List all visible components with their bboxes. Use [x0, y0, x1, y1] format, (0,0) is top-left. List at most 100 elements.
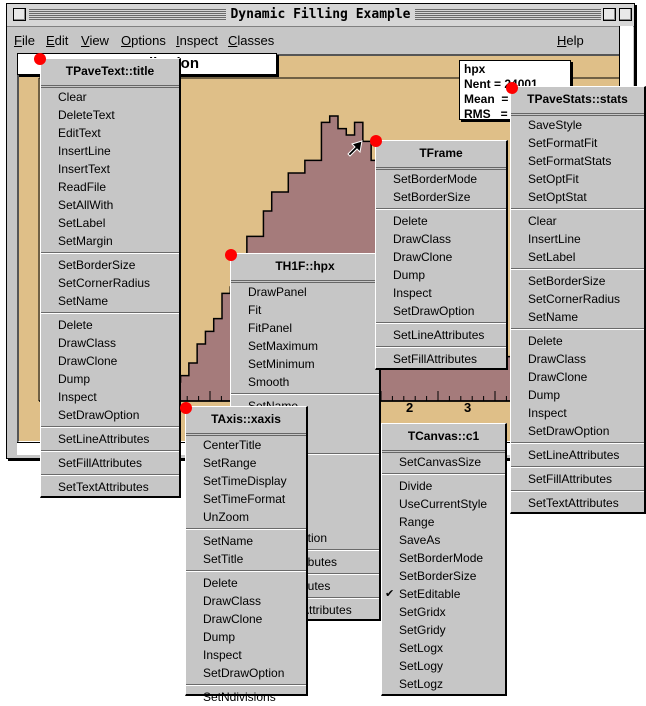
menu-item-inspect[interactable]: Inspect — [41, 388, 179, 406]
menu-item-setlogy[interactable]: SetLogy — [382, 657, 505, 675]
menu-classes[interactable]: Classes — [228, 33, 274, 48]
menu-item-dump[interactable]: Dump — [41, 370, 179, 388]
menu-item-delete[interactable]: Delete — [41, 316, 179, 334]
menu-item-setallwith[interactable]: SetAllWith — [41, 196, 179, 214]
title-bar[interactable]: Dynamic Filling Example — [7, 4, 634, 27]
menu-item-inserttext[interactable]: InsertText — [41, 160, 179, 178]
menu-item-readfile[interactable]: ReadFile — [41, 178, 179, 196]
menu-item-setformatfit[interactable]: SetFormatFit — [511, 134, 644, 152]
menu-item-setgridy[interactable]: SetGridy — [382, 621, 505, 639]
zoom-box-icon[interactable] — [603, 8, 616, 21]
menu-item-setbordersize[interactable]: SetBorderSize — [376, 188, 506, 206]
menu-options[interactable]: Options — [121, 33, 166, 48]
menu-item-dump[interactable]: Dump — [511, 386, 644, 404]
menu-file[interactable]: File — [14, 33, 35, 48]
menu-item-setminimum[interactable]: SetMinimum — [231, 355, 379, 373]
menu-item-setdrawoption[interactable]: SetDrawOption — [511, 422, 644, 440]
menu-item-setdrawoption[interactable]: SetDrawOption — [41, 406, 179, 424]
collapse-box-icon[interactable] — [619, 8, 632, 21]
menu-item-label: Attributes — [301, 603, 352, 617]
menu-item-insertline[interactable]: InsertLine — [511, 230, 644, 248]
menu-item-delete[interactable]: Delete — [511, 332, 644, 350]
menu-item-setlineattributes[interactable]: SetLineAttributes — [376, 326, 506, 344]
menu-help[interactable]: Help — [557, 33, 584, 48]
menu-item-setlogx[interactable]: SetLogx — [382, 639, 505, 657]
menu-item-insertline[interactable]: InsertLine — [41, 142, 179, 160]
menu-item-inspect[interactable]: Inspect — [511, 404, 644, 422]
menu-item-setbordersize[interactable]: SetBorderSize — [382, 567, 505, 585]
menu-item-savestyle[interactable]: SaveStyle — [511, 116, 644, 134]
menu-item-clear[interactable]: Clear — [511, 212, 644, 230]
menu-item-setlineattributes[interactable]: SetLineAttributes — [41, 430, 179, 448]
menu-item-seteditable[interactable]: ✔ SetEditable — [382, 585, 505, 603]
menu-view[interactable]: View — [81, 33, 109, 48]
menu-item-drawclone[interactable]: DrawClone — [186, 610, 306, 628]
menu-item-edittext[interactable]: EditText — [41, 124, 179, 142]
menu-item-setdrawoption[interactable]: SetDrawOption — [186, 664, 306, 682]
marker-tframe — [370, 135, 382, 147]
menu-item-range[interactable]: Range — [382, 513, 505, 531]
menu-item-setbordersize[interactable]: SetBorderSize — [511, 272, 644, 290]
menu-item-deletetext[interactable]: DeleteText — [41, 106, 179, 124]
menu-separator — [511, 268, 644, 270]
menu-item-delete[interactable]: Delete — [186, 574, 306, 592]
menu-item-setlabel[interactable]: SetLabel — [511, 248, 644, 266]
menu-item-drawclone[interactable]: DrawClone — [41, 352, 179, 370]
menu-item-setdrawoption[interactable]: SetDrawOption — [376, 302, 506, 320]
menu-item-dump[interactable]: Dump — [186, 628, 306, 646]
menu-item-setfillattributes[interactable]: SetFillAttributes — [41, 454, 179, 472]
menu-item-setlogz[interactable]: SetLogz — [382, 675, 505, 693]
menu-item-setbordersize[interactable]: SetBorderSize — [41, 256, 179, 274]
menu-item-label: Delete — [528, 334, 563, 348]
menu-item-smooth[interactable]: Smooth — [231, 373, 379, 391]
menu-item-drawclass[interactable]: DrawClass — [511, 350, 644, 368]
menu-item-fitpanel[interactable]: FitPanel — [231, 319, 379, 337]
menu-item-setndivisions[interactable]: SetNdivisions — [186, 688, 306, 706]
menu-item-inspect[interactable]: Inspect — [186, 646, 306, 664]
menu-item-saveas[interactable]: SaveAs — [382, 531, 505, 549]
menu-item-setlabel[interactable]: SetLabel — [41, 214, 179, 232]
menu-item-inspect[interactable]: Inspect — [376, 284, 506, 302]
menu-item-centertitle[interactable]: CenterTitle — [186, 436, 306, 454]
menu-item-setoptstat[interactable]: SetOptStat — [511, 188, 644, 206]
menu-item-setname[interactable]: SetName — [41, 292, 179, 310]
menu-item-setbordermode[interactable]: SetBorderMode — [376, 170, 506, 188]
menu-item-drawclone[interactable]: DrawClone — [376, 248, 506, 266]
menu-item-setgridx[interactable]: SetGridx — [382, 603, 505, 621]
menu-item-divide[interactable]: Divide — [382, 477, 505, 495]
menu-item-setcornerradius[interactable]: SetCornerRadius — [41, 274, 179, 292]
menu-item-settextattributes[interactable]: SetTextAttributes — [41, 478, 179, 496]
menu-item-settitle[interactable]: SetTitle — [186, 550, 306, 568]
menu-item-setrange[interactable]: SetRange — [186, 454, 306, 472]
menu-item-setname[interactable]: SetName — [186, 532, 306, 550]
menu-item-drawclass[interactable]: DrawClass — [186, 592, 306, 610]
menu-item-label: SetLineAttributes — [393, 328, 485, 342]
menu-item-setcornerradius[interactable]: SetCornerRadius — [511, 290, 644, 308]
menu-item-drawclone[interactable]: DrawClone — [511, 368, 644, 386]
menu-item-setformatstats[interactable]: SetFormatStats — [511, 152, 644, 170]
menu-item-usecurrentstyle[interactable]: UseCurrentStyle — [382, 495, 505, 513]
menu-edit[interactable]: Edit — [46, 33, 68, 48]
menu-item-setfillattributes[interactable]: SetFillAttributes — [376, 350, 506, 368]
menu-item-unzoom[interactable]: UnZoom — [186, 508, 306, 526]
menu-item-settimedisplay[interactable]: SetTimeDisplay — [186, 472, 306, 490]
menu-item-setbordermode[interactable]: SetBorderMode — [382, 549, 505, 567]
menu-item-dump[interactable]: Dump — [376, 266, 506, 284]
menu-item-clear[interactable]: Clear — [41, 88, 179, 106]
menu-item-setfillattributes[interactable]: SetFillAttributes — [511, 470, 644, 488]
menu-item-settextattributes[interactable]: SetTextAttributes — [511, 494, 644, 512]
menu-item-setmargin[interactable]: SetMargin — [41, 232, 179, 250]
menu-item-delete[interactable]: Delete — [376, 212, 506, 230]
menu-item-label: DrawClass — [203, 594, 262, 608]
menu-item-setoptfit[interactable]: SetOptFit — [511, 170, 644, 188]
menu-item-setcanvassize[interactable]: SetCanvasSize — [382, 453, 505, 471]
menu-item-drawpanel[interactable]: DrawPanel — [231, 283, 379, 301]
menu-item-drawclass[interactable]: DrawClass — [41, 334, 179, 352]
menu-item-setmaximum[interactable]: SetMaximum — [231, 337, 379, 355]
menu-item-fit[interactable]: Fit — [231, 301, 379, 319]
menu-item-setname[interactable]: SetName — [511, 308, 644, 326]
menu-item-setlineattributes[interactable]: SetLineAttributes — [511, 446, 644, 464]
menu-inspect[interactable]: Inspect — [176, 33, 218, 48]
menu-item-drawclass[interactable]: DrawClass — [376, 230, 506, 248]
menu-item-settimeformat[interactable]: SetTimeFormat — [186, 490, 306, 508]
